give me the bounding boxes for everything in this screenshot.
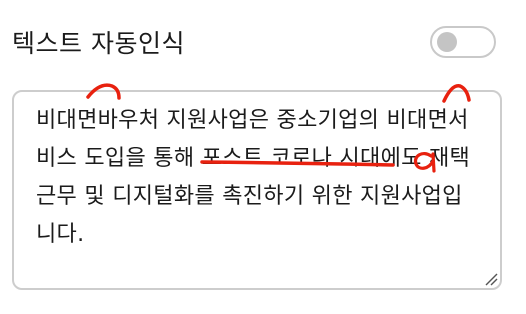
text-input-area[interactable]: 비대면바우처 지원사업은 중소기업의 비대면서 비스 도입을 통해 포스트 코로… [12,90,502,290]
page-title: 텍스트 자동인식 [12,29,185,58]
toggle-knob[interactable] [437,32,457,52]
header: 텍스트 자동인식 [12,22,502,62]
auto-recognition-toggle[interactable] [430,26,496,58]
resize-grip-icon[interactable] [484,272,498,286]
text-content[interactable]: 비대면바우처 지원사업은 중소기업의 비대면서 비스 도입을 통해 포스트 코로… [36,102,486,254]
